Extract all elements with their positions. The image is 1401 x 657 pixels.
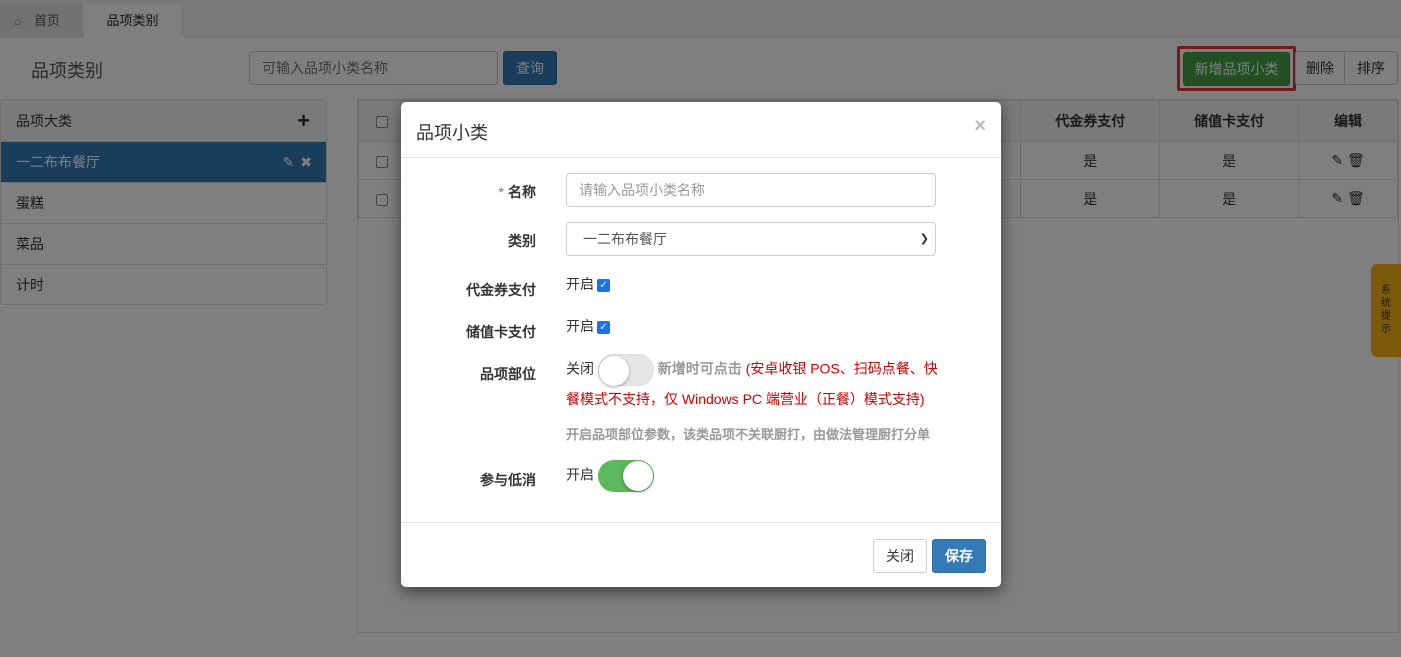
- card-state: 开启: [566, 318, 594, 334]
- voucher-checkbox[interactable]: ✓: [597, 279, 610, 292]
- position-note-gray: 新增时可点击: [657, 360, 742, 377]
- modal-header: 品项小类 ×: [401, 102, 1001, 158]
- switch-knob: [622, 461, 653, 491]
- position-switch[interactable]: [597, 354, 654, 386]
- voucher-state: 开启: [566, 276, 594, 292]
- discount-row: 开启: [566, 460, 654, 492]
- name-input[interactable]: 请输入品项小类名称: [566, 173, 936, 207]
- position-note-red: (安卓收银 POS、扫码点餐、快: [745, 360, 938, 377]
- card-checkbox[interactable]: ✓: [597, 321, 610, 334]
- name-label-text: 名称: [508, 184, 536, 200]
- subcategory-modal: 品项小类 × * 名称 请输入品项小类名称 类别 一二布布餐厅 ❯ 代金券支付 开…: [401, 102, 1001, 587]
- voucher-toggle: 开启 ✓: [566, 274, 610, 294]
- save-button[interactable]: 保存: [932, 539, 986, 573]
- chevron-down-icon: ❯: [919, 233, 929, 245]
- close-button[interactable]: 关闭: [873, 539, 927, 573]
- position-row: 关闭 新增时可点击 (安卓收银 POS、扫码点餐、快 餐模式不支持，仅 Wind…: [566, 354, 946, 413]
- name-label: * 名称: [401, 182, 536, 202]
- switch-knob: [598, 356, 629, 386]
- modal-title: 品项小类: [416, 123, 488, 143]
- position-hint: 开启品项部位参数，该类品项不关联厨打，由做法管理厨打分单: [566, 427, 931, 442]
- position-note-red-2: 餐模式不支持，仅 Windows PC 端营业（正餐）模式支持): [566, 391, 925, 407]
- category-select-value: 一二布布餐厅: [583, 231, 667, 247]
- card-label: 储值卡支付: [466, 324, 536, 340]
- close-icon[interactable]: ×: [974, 115, 986, 138]
- modal-footer: 关闭 保存: [401, 522, 1001, 587]
- discount-switch[interactable]: [597, 460, 654, 492]
- voucher-label: 代金券支付: [466, 282, 536, 298]
- discount-label: 参与低消: [480, 472, 536, 488]
- discount-state: 开启: [566, 466, 594, 483]
- position-state: 关闭: [566, 360, 594, 377]
- category-label: 类别: [508, 233, 536, 249]
- required-marker: *: [498, 184, 504, 200]
- category-select[interactable]: 一二布布餐厅 ❯: [566, 222, 936, 256]
- card-toggle: 开启 ✓: [566, 316, 610, 336]
- position-label: 品项部位: [480, 366, 536, 382]
